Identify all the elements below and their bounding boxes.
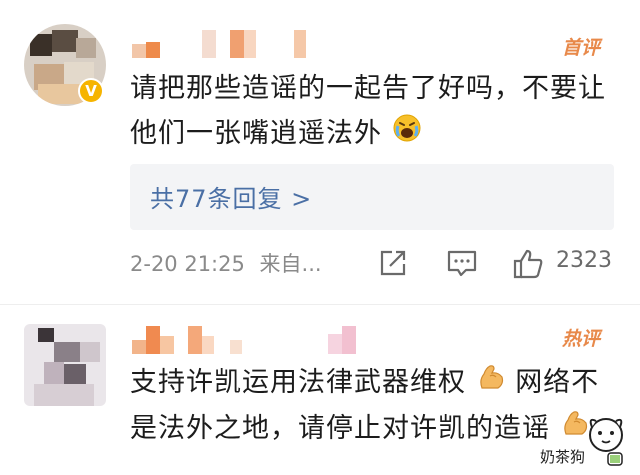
comment-text-line-1-row: 支持许凯运用法律武器维权 网络不 (130, 360, 630, 406)
comment-meta: 2-20 21:25 来自... (130, 248, 322, 278)
timestamp: 2-20 21:25 (130, 252, 245, 276)
like-count: 2323 (556, 248, 612, 273)
comment-text-line: 网络不 (515, 367, 600, 398)
comment-text-line: 支持许凯运用法律武器维权 (130, 367, 466, 398)
username-redacted[interactable] (132, 30, 312, 60)
comment-text-line: 他们一张嘴逍遥法外 (130, 118, 382, 149)
comment-1: V 首评 请把那些造谣的一起告了好吗，不要让 他们一张嘴逍遥法外 共77条回复 … (0, 0, 640, 304)
verified-badge-icon: V (78, 78, 104, 104)
hot-comment-tag: 热评 (562, 328, 601, 350)
comment-icon[interactable] (446, 248, 478, 280)
username-redacted[interactable] (132, 326, 382, 356)
comment-text-line: 请把那些造谣的一起告了好吗，不要让 (130, 73, 606, 104)
top-comment-tag: 首评 (562, 37, 601, 59)
comment-text-line: 是法外之地，请停止对许凯的造谣 (130, 413, 550, 444)
replies-link[interactable]: 共77条回复 > (130, 164, 614, 230)
crying-face-emoji-icon (392, 112, 422, 157)
like-icon[interactable] (512, 248, 544, 280)
replies-count-label[interactable]: 共77条回复 > (150, 179, 312, 214)
flexed-biceps-emoji-icon (476, 361, 506, 406)
source-label: 来自... (259, 252, 322, 276)
watermark-text: 奶茶狗 (538, 446, 588, 467)
watermark: 奶茶狗 (538, 409, 628, 471)
comment-text: 请把那些造谣的一起告了好吗，不要让 他们一张嘴逍遥法外 (130, 66, 630, 157)
avatar[interactable] (24, 324, 106, 406)
comment-text-line-2-row: 他们一张嘴逍遥法外 (130, 111, 630, 157)
share-icon[interactable] (378, 248, 410, 280)
